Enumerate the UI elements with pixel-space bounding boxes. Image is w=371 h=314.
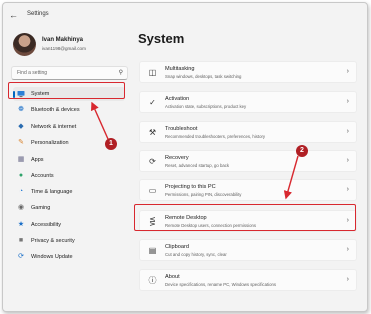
arrow-to-remote-desktop (283, 155, 299, 200)
step-badge-2: 2 (296, 145, 308, 157)
annotation-arrows (91, 101, 299, 200)
arrow-to-system (91, 101, 109, 140)
step-badge-1: 1 (105, 138, 117, 150)
